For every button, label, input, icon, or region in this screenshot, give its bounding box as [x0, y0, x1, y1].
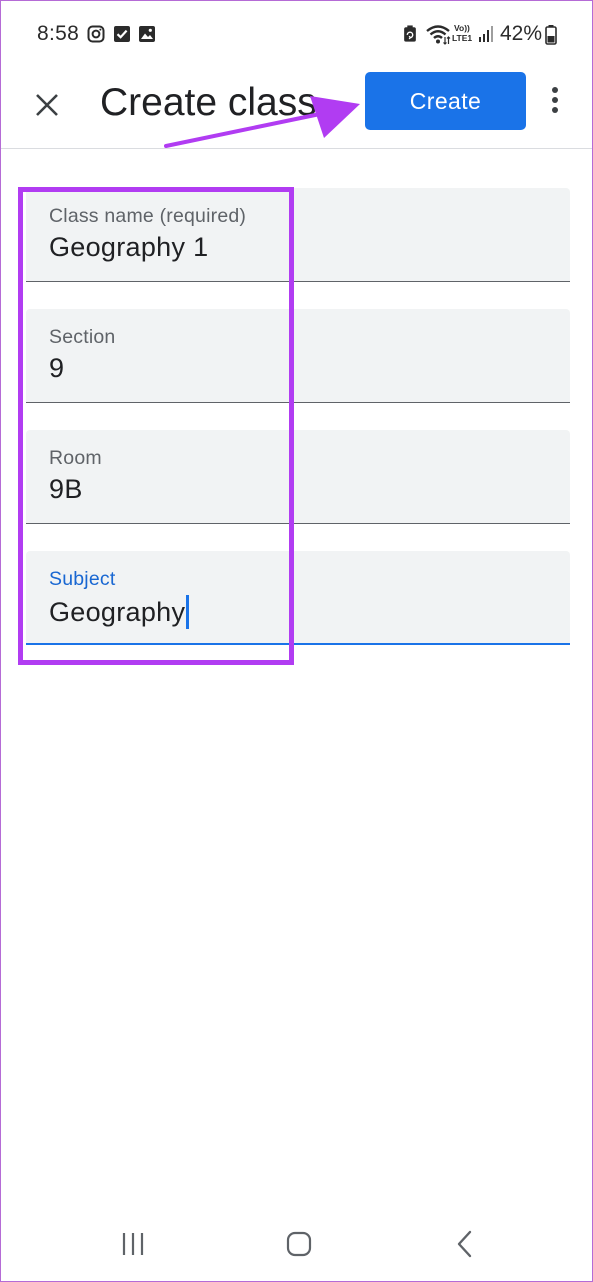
class-name-label: Class name (required)	[49, 205, 247, 227]
battery-saver-icon	[404, 25, 416, 42]
subject-value: Geography	[49, 596, 186, 627]
battery-icon	[545, 25, 557, 45]
close-icon	[36, 94, 58, 116]
navigation-bar	[0, 1200, 593, 1282]
wifi-icon	[426, 25, 451, 45]
svg-text:LTE1: LTE1	[452, 33, 472, 43]
signal-icon	[479, 26, 493, 42]
volte-icon: Vo)) LTE1	[452, 23, 472, 43]
close-button[interactable]	[22, 80, 72, 130]
more-vert-icon	[552, 87, 558, 113]
subject-label: Subject	[49, 568, 116, 590]
status-bar: 8:58 Vo)) LTE1 42%	[0, 0, 593, 70]
home-icon	[286, 1231, 312, 1257]
room-field[interactable]: Room 9B	[26, 430, 570, 524]
text-cursor	[186, 595, 189, 629]
room-value: 9B	[49, 474, 83, 504]
create-button[interactable]: Create	[365, 72, 526, 130]
back-icon	[457, 1230, 472, 1258]
subject-field[interactable]: Subject Geography	[26, 551, 570, 645]
class-name-field[interactable]: Class name (required) Geography 1	[26, 188, 570, 282]
annotation-arrow	[164, 96, 360, 148]
back-button[interactable]	[445, 1228, 485, 1260]
section-label: Section	[49, 326, 116, 348]
battery-percent: 42%	[500, 22, 543, 45]
svg-text:Vo)): Vo))	[454, 23, 470, 33]
recent-apps-icon	[122, 1233, 144, 1255]
subject-input[interactable]: Geography	[49, 595, 189, 629]
status-time: 8:58	[37, 22, 80, 45]
recent-apps-button[interactable]	[113, 1228, 153, 1260]
section-field[interactable]: Section 9	[26, 309, 570, 403]
room-label: Room	[49, 447, 102, 469]
section-value: 9	[49, 353, 65, 383]
gallery-icon	[139, 26, 155, 42]
checkbox-icon	[114, 26, 130, 42]
home-button[interactable]	[279, 1228, 319, 1260]
more-options-button[interactable]	[540, 80, 570, 120]
class-name-value: Geography 1	[49, 232, 209, 262]
instagram-icon	[87, 25, 105, 43]
